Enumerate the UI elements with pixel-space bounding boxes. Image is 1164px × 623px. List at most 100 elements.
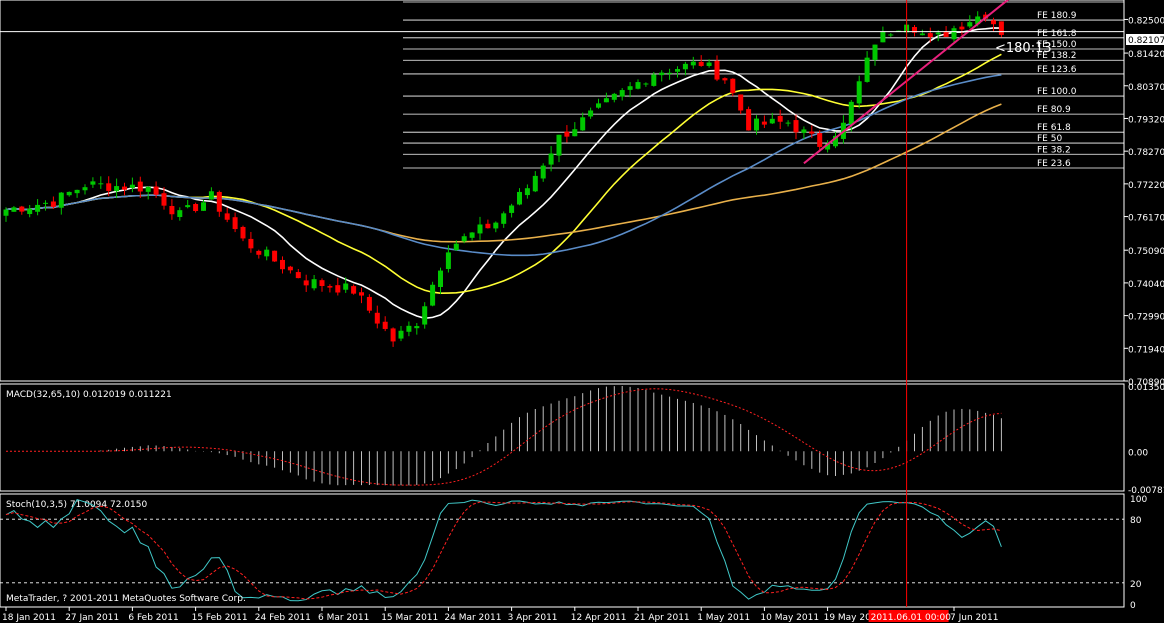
candle-body [351, 286, 357, 294]
candle-body [943, 31, 949, 37]
candle-body [785, 122, 791, 124]
candle-body [43, 202, 48, 204]
candle-body [58, 192, 64, 208]
candle-body [208, 191, 214, 200]
candle-body [82, 187, 88, 191]
candle-body [619, 90, 625, 97]
price-tick-label: 0.79320 [1128, 115, 1164, 125]
fe-level-label: FE 80.9 [1037, 105, 1071, 115]
price-tick-label: 0.78270 [1128, 148, 1164, 158]
time-tick-label: 24 Feb 2011 [255, 613, 311, 623]
candle-body [382, 321, 388, 329]
candle-body [27, 208, 33, 215]
candle-body [856, 81, 862, 104]
price-tick-label: 0.75090 [1128, 247, 1164, 257]
candle-body [256, 250, 262, 255]
candle-body [50, 201, 56, 207]
candle-body [730, 78, 736, 94]
candle-body [422, 306, 428, 325]
macd-title: MACD(32,65,10) 0.012019 0.011221 [6, 390, 172, 400]
chart-canvas: FE 200FE 180.9FE 161.8FE 150.0FE 138.2FE… [0, 0, 1164, 623]
candle-body [398, 330, 404, 339]
candle-body [777, 115, 783, 122]
candle-body [927, 33, 933, 38]
macd-tick-label: 0.00 [1128, 448, 1148, 458]
candle-body [667, 72, 673, 74]
candle-body [888, 34, 894, 36]
candle-body [193, 204, 199, 212]
candle-body [761, 121, 767, 125]
candle-body [185, 205, 191, 208]
price-tick-label: 0.76170 [1128, 214, 1164, 224]
price-tick-label: 0.71940 [1128, 345, 1164, 355]
candle-body [216, 191, 222, 212]
candle-body [153, 186, 159, 195]
candle-body [35, 204, 41, 212]
candle-body [596, 103, 601, 108]
time-tick-label: 6 Mar 2011 [318, 613, 369, 623]
time-tick-label: 21 Apr 2011 [634, 613, 690, 623]
candle-body [682, 63, 688, 70]
macd-tick-label: 0.01350 [1128, 383, 1164, 393]
candle-body [122, 186, 127, 190]
candle-body [769, 118, 775, 124]
time-tick-label: 15 Mar 2011 [381, 613, 438, 623]
fe-level-label: FE 61.8 [1037, 123, 1071, 133]
candle-body [129, 184, 135, 188]
time-tick-label: 18 Jan 2011 [2, 613, 56, 623]
price-tick-label: 0.74040 [1128, 280, 1164, 290]
candle-body [643, 83, 649, 85]
candle-body [698, 61, 704, 66]
candle-body [248, 238, 254, 249]
candle-body [556, 134, 562, 156]
candle-body [627, 86, 633, 90]
price-tick-label: 0.80370 [1128, 83, 1164, 93]
candle-body [738, 94, 744, 111]
time-tick-label: 7 Jun 2011 [950, 613, 998, 623]
time-tick-label: 3 Apr 2011 [508, 613, 558, 623]
current-price-label: 0.82107 [1128, 36, 1164, 46]
candle-body [675, 69, 680, 72]
candle-body [430, 284, 436, 306]
price-tick-label: 0.82500 [1128, 16, 1164, 26]
candle-body [548, 153, 554, 165]
fe-level-label: FE 200 [1037, 0, 1068, 3]
candle-body [493, 222, 499, 229]
candle-body [524, 188, 530, 196]
candle-body [509, 205, 515, 213]
candle-body [793, 120, 799, 133]
candle-body [501, 213, 507, 224]
candle-body [224, 213, 230, 220]
crosshair-time-label: 2011.06.01 00:00 [871, 613, 952, 623]
candle-body [572, 129, 578, 137]
copyright-text: MetaTrader, ? 2001-2011 MetaQuotes Softw… [6, 594, 246, 604]
candle-body [754, 118, 759, 131]
candle-body [540, 165, 546, 179]
candle-body [106, 183, 112, 191]
candle-body [74, 189, 80, 194]
fe-level-label: FE 123.6 [1037, 65, 1077, 75]
candle-body [864, 57, 870, 82]
candle-body [161, 193, 167, 206]
candle-body [809, 131, 815, 134]
candle-body [564, 131, 570, 137]
candle-body [311, 279, 317, 289]
candle-body [517, 191, 522, 205]
candle-body [690, 61, 696, 66]
candle-body [461, 236, 467, 242]
candle-body [967, 22, 973, 27]
candle-body [11, 207, 17, 212]
candle-body [335, 285, 341, 293]
time-tick-label: 1 May 2011 [697, 613, 750, 623]
candle-body [532, 175, 538, 192]
candle-body [272, 250, 278, 262]
time-tick-label: 24 Mar 2011 [444, 613, 501, 623]
candle-body [817, 133, 823, 147]
candle-body [722, 78, 728, 81]
candle-body [3, 209, 9, 216]
candle-body [935, 32, 941, 35]
candle-body [611, 93, 617, 100]
candle-body [651, 74, 657, 86]
stochastic-tick-label: 0 [1130, 601, 1136, 611]
candle-body [603, 98, 609, 103]
